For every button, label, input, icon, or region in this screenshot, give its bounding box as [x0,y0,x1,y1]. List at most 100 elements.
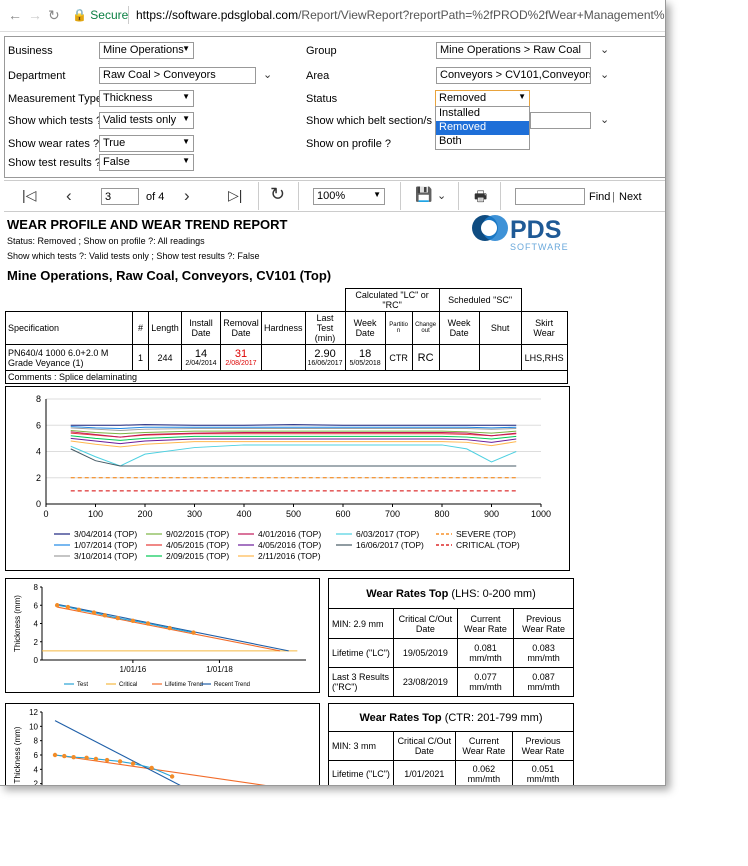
area-field[interactable]: Conveyors > CV101,Conveyors > [436,67,591,84]
legend-label: 2/09/2015 (TOP) [166,551,229,561]
group-field[interactable]: Mine Operations > Raw Coal [436,42,591,59]
x-tick-label: 0 [43,509,48,519]
measurement-select[interactable]: Thickness ▼ [99,90,194,107]
test-results-label: Show test results ? [8,157,101,169]
dropdown-arrow-icon: ▼ [182,44,190,53]
table-row: PN640/4 1000 6.0+2.0 M Grade Veyance (1)… [5,344,568,371]
col-header: Skirt Wear [520,311,568,345]
row-current: 0.077 mm/mth [456,667,515,697]
wear-rates-select[interactable]: True ▼ [99,135,194,152]
chevron-down-icon[interactable]: ⌄ [437,189,446,202]
reload-icon[interactable]: ↻ [48,7,60,24]
chevron-down-icon[interactable]: ⌄ [600,113,609,126]
legend-label: CRITICAL (TOP) [456,540,520,550]
status-option-both[interactable]: Both [436,135,529,149]
tests-value: Valid tests only [103,114,177,126]
address-bar[interactable]: https://software.pdsglobal.com/Report/Vi… [136,8,666,22]
toolbar-divider [258,182,259,210]
find-link[interactable]: Find [589,191,610,203]
cell-num: 1 [132,344,149,371]
status-option-removed[interactable]: Removed [436,121,529,135]
test-point [84,755,89,761]
next-link[interactable]: Next [619,191,642,203]
next-page-icon[interactable]: › [184,186,190,206]
business-select[interactable]: Mine Operations ▼ [99,42,194,59]
test-point [54,603,60,608]
test-results-value: False [103,156,130,168]
test-point [167,625,172,631]
table-row: Lifetime ("LC") 19/05/2019 0.081 mm/mth … [328,638,574,668]
legend-label: SEVERE (TOP) [456,529,516,539]
y-tick-label: 6 [34,751,39,760]
wear-trend-chart-ctr: 024681012Thickness (mm) [5,703,320,785]
cell-week-date: 18 5/05/2018 [344,344,386,371]
belt-field[interactable] [530,112,591,129]
dropdown-arrow-icon: ▼ [373,190,381,199]
x-tick-label: 700 [385,509,400,519]
legend-label: 6/03/2017 (TOP) [356,529,419,539]
print-icon[interactable]: 🖶 [474,186,487,210]
first-page-icon[interactable]: |◁ [22,187,36,204]
col-header: Partitio n [384,311,413,345]
col-header: Install Date [181,311,221,345]
col-header: Length [148,311,182,345]
test-results-select[interactable]: False ▼ [99,154,194,171]
row-label: Lifetime ("LC") [328,760,394,785]
table-row: Last 3 Results ("RC") 23/08/2019 0.077 m… [328,667,574,697]
find-separator: | [612,191,615,203]
chevron-down-icon[interactable]: ⌄ [600,68,609,81]
y-tick-label: 4 [36,447,41,457]
cell-last-test: 2.90 16/06/2017 [304,344,346,371]
legend-label: 3/04/2014 (TOP) [74,529,137,539]
row-previous: 0.087 mm/mth [513,667,574,697]
chevron-down-icon[interactable]: ⌄ [263,68,272,81]
test-point [65,604,71,610]
test-point [62,753,67,759]
page-number-input[interactable] [101,188,139,205]
y-tick-label: 4 [34,620,39,629]
url-path: /Report/ViewReport?reportPath=%2fPROD%2f… [298,8,666,22]
department-field[interactable]: Raw Coal > Conveyors [99,67,256,84]
status-select[interactable]: Removed ▼ [435,90,530,107]
secure-badge[interactable]: 🔒 Secure [72,8,128,22]
wear-trend-svg-lhs: 0 2 4 6 8 1/01/16 1/01/18 Thickness (mm) Test Cri… [13,583,306,688]
last-page-icon[interactable]: ▷| [228,187,242,204]
legend-label: 4/05/2016 (TOP) [258,540,321,550]
zoom-select[interactable]: 100% ▼ [313,188,385,205]
pds-logo-mark: PDS SOFTWARE [472,215,569,252]
min-cell: MIN: 3 mm [328,731,394,761]
status-option-installed[interactable]: Installed [436,107,529,121]
legend-label: 2/11/2016 (TOP) [258,551,321,561]
page-count: of 4 [146,191,165,203]
back-icon[interactable]: ← [8,7,22,23]
chevron-down-icon[interactable]: ⌄ [600,43,609,56]
save-icon[interactable]: 💾 [415,186,432,203]
profile-series-line [70,427,517,432]
wear-profile-svg: 0 2 4 6 8 0 100 200 300 400 500 600 700 800 900 1000 3/0… [36,394,551,561]
y-tick-label: 2 [36,473,41,483]
find-input[interactable] [515,188,585,205]
wear-rates-title-row: Wear Rates Top (LHS: 0-200 mm) [328,578,574,609]
tests-select[interactable]: Valid tests only ▼ [99,112,194,129]
legend-label: 1/07/2014 (TOP) [74,540,137,550]
tests-label: Show which tests ? [8,115,103,127]
col-header: Change out [411,311,440,345]
refresh-icon[interactable]: ↻ [270,184,285,205]
col-header: Shut [478,311,522,345]
area-value: Conveyors > CV101,Conveyors > [440,69,591,81]
y-tick-label: 12 [29,708,38,717]
col-header: Week Date [438,311,480,345]
y-tick-label: 6 [34,601,39,610]
dropdown-arrow-icon: ▼ [182,92,190,101]
x-tick-label: 400 [236,509,251,519]
measurement-label: Measurement Type [8,93,102,105]
wear-rates-subtitle: (LHS: 0-200 mm) [451,587,536,600]
forward-icon[interactable]: → [28,7,42,23]
legend-label: 3/10/2014 (TOP) [74,551,137,561]
row-previous: 0.051 mm/mth [512,760,574,785]
y-tick-label: 0 [36,499,41,509]
previous-page-icon[interactable]: ‹ [66,186,72,206]
table-cell-blank [521,289,567,312]
logo-subtext: SOFTWARE [510,242,569,252]
business-value: Mine Operations [103,44,184,56]
